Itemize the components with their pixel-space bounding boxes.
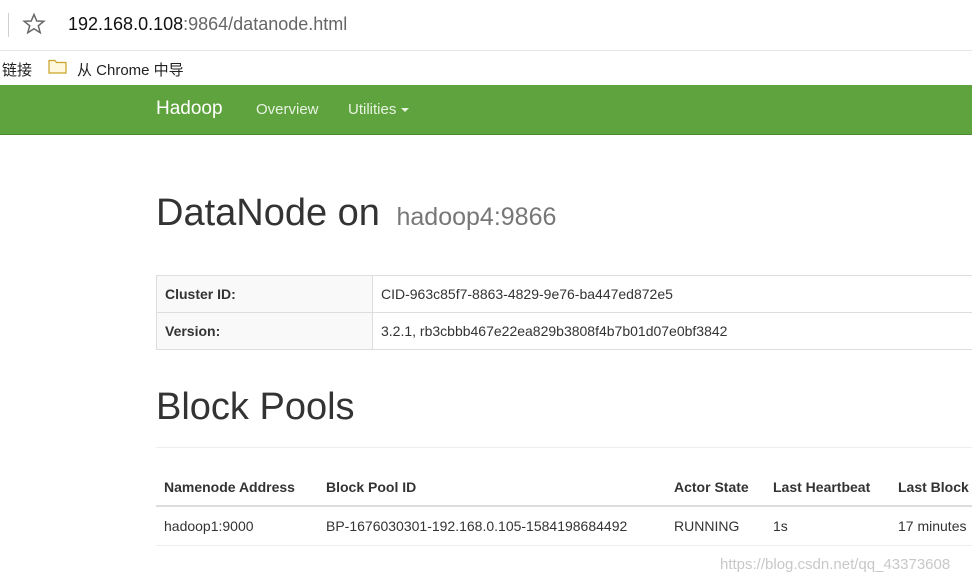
table-header-row: Namenode Address Block Pool ID Actor Sta… bbox=[156, 469, 972, 507]
nav-utilities-dropdown[interactable]: Utilities bbox=[348, 101, 410, 118]
col-actor-state[interactable]: Actor State bbox=[666, 469, 765, 507]
bookmarks-bar: 链接 从 Chrome 中导 bbox=[0, 51, 972, 84]
version-label: Version: bbox=[156, 312, 373, 350]
bookmarks-label: 链接 bbox=[2, 62, 33, 79]
nav-overview[interactable]: Overview bbox=[256, 101, 319, 118]
browser-address-bar: 192.168.0.108:9864/datanode.html bbox=[0, 0, 972, 51]
url-host: 192.168.0.108 bbox=[68, 14, 184, 34]
actor-state-cell: RUNNING bbox=[666, 506, 765, 546]
datanode-host: hadoop4:9866 bbox=[396, 203, 557, 231]
top-navbar: Hadoop Overview Utilities bbox=[0, 85, 972, 135]
block-pools-table: Namenode Address Block Pool ID Actor Sta… bbox=[156, 469, 972, 546]
nav-utilities-label: Utilities bbox=[348, 101, 397, 118]
cluster-id-value: CID-963c85f7-8863-4829-9e76-ba447ed872e5 bbox=[372, 275, 972, 313]
brand-logo-link[interactable]: Hadoop bbox=[156, 98, 223, 120]
col-last-heartbeat[interactable]: Last Heartbeat bbox=[765, 469, 890, 507]
col-last-block-report[interactable]: Last Block Report bbox=[890, 469, 972, 507]
folder-icon bbox=[48, 59, 67, 74]
bookmark-import-chrome[interactable]: 从 Chrome 中导 bbox=[77, 59, 184, 80]
watermark-text: https://blog.csdn.net/qq_43373608 bbox=[720, 556, 951, 573]
last-block-report-cell: 17 minutes bbox=[890, 506, 972, 546]
section-divider bbox=[156, 447, 972, 448]
col-namenode-address[interactable]: Namenode Address bbox=[156, 469, 318, 507]
toolbar-divider bbox=[8, 13, 9, 37]
url-path: :9864/datanode.html bbox=[183, 14, 348, 34]
namenode-address-cell: hadoop1:9000 bbox=[156, 506, 318, 546]
info-row-cluster-id: Cluster ID: CID-963c85f7-8863-4829-9e76-… bbox=[156, 275, 972, 313]
url-field[interactable]: 192.168.0.108:9864/datanode.html bbox=[68, 14, 347, 35]
caret-down-icon bbox=[401, 108, 410, 113]
last-heartbeat-cell: 1s bbox=[765, 506, 890, 546]
info-row-version: Version: 3.2.1, rb3cbbb467e22ea829b3808f… bbox=[156, 312, 972, 350]
bookmark-star-icon[interactable] bbox=[22, 12, 46, 36]
cluster-id-label: Cluster ID: bbox=[156, 275, 373, 313]
version-value: 3.2.1, rb3cbbb467e22ea829b3808f4b7b01d07… bbox=[372, 312, 972, 350]
page-title-text: DataNode on bbox=[156, 192, 380, 234]
col-block-pool-id[interactable]: Block Pool ID bbox=[318, 469, 666, 507]
block-pools-heading: Block Pools bbox=[156, 386, 355, 428]
page-title: DataNode on hadoop4:9866 bbox=[156, 192, 556, 235]
datanode-info-table: Cluster ID: CID-963c85f7-8863-4829-9e76-… bbox=[156, 275, 972, 350]
block-pool-id-cell: BP-1676030301-192.168.0.105-158419868449… bbox=[318, 506, 666, 546]
table-row: hadoop1:9000 BP-1676030301-192.168.0.105… bbox=[156, 506, 972, 546]
